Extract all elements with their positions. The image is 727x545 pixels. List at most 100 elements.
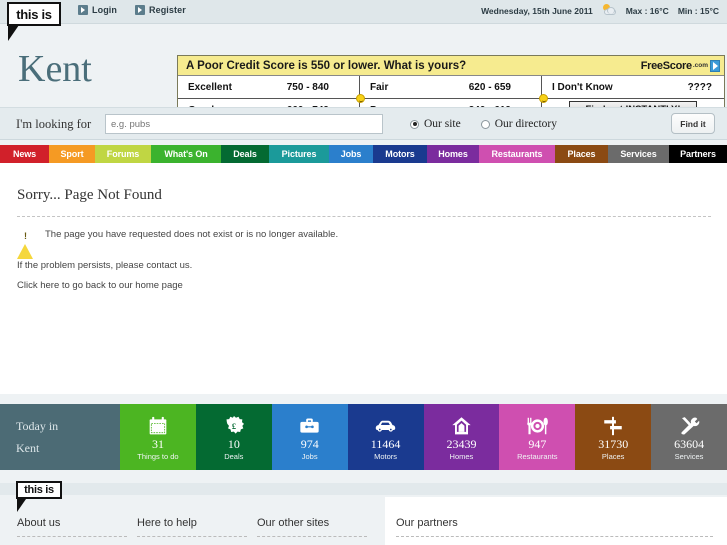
main-content: Sorry... Page Not Found ! The page you h… bbox=[0, 163, 727, 394]
nav-item-label: Pictures bbox=[281, 149, 317, 159]
nav-item-homes[interactable]: Homes bbox=[427, 145, 479, 163]
stat-caption: Homes bbox=[449, 452, 474, 461]
find-it-button[interactable]: Find it bbox=[671, 113, 715, 134]
footer-band bbox=[0, 483, 727, 495]
smiley-icon bbox=[539, 94, 548, 103]
footer-col-rule bbox=[17, 536, 127, 537]
stat-number: 947 bbox=[528, 437, 547, 451]
stat-tile-motors[interactable]: 11464 Motors bbox=[347, 404, 424, 470]
stat-number: 10 bbox=[227, 437, 240, 451]
warning-triangle-icon: ! bbox=[17, 227, 34, 259]
nav-item-news[interactable]: News bbox=[0, 145, 49, 163]
error-notes: If the problem persists, please contact … bbox=[17, 260, 192, 300]
page-title: Sorry... Page Not Found bbox=[17, 187, 162, 203]
site-footer: this is About us Here to help Our other … bbox=[0, 470, 727, 545]
stat-number: 11464 bbox=[370, 437, 401, 451]
svg-text:£: £ bbox=[232, 422, 236, 431]
nav-item-motors[interactable]: Motors bbox=[373, 145, 427, 163]
score-row: I Don't Know ???? bbox=[542, 76, 724, 99]
min-temp: Min : 15°C bbox=[677, 5, 719, 16]
nav-item-pictures[interactable]: Pictures bbox=[269, 145, 329, 163]
score-row: Fair 620 - 659 bbox=[360, 76, 541, 99]
footer-col-our-partners[interactable]: Our partners bbox=[396, 517, 713, 537]
footer-col-here-to-help[interactable]: Here to help bbox=[137, 517, 247, 537]
play-triangle-icon bbox=[710, 59, 720, 72]
stats-heading-line2: Kent bbox=[16, 440, 40, 455]
radio-unselected-icon bbox=[480, 119, 490, 129]
nav-item-jobs[interactable]: Jobs bbox=[329, 145, 373, 163]
stat-number: 23439 bbox=[446, 437, 477, 451]
nav-item-what-s-on[interactable]: What's On bbox=[151, 145, 221, 163]
radio-our-directory[interactable]: Our directory bbox=[480, 118, 557, 130]
nav-item-sport[interactable]: Sport bbox=[49, 145, 95, 163]
footer-col-our-other-sites[interactable]: Our other sites bbox=[257, 517, 367, 537]
thisis-logo[interactable]: this is bbox=[7, 2, 61, 26]
footer-logo-tail bbox=[10, 499, 26, 512]
calendar-icon bbox=[148, 415, 168, 437]
stat-tile-homes[interactable]: 23439 Homes bbox=[423, 404, 500, 470]
login-link[interactable]: Login bbox=[78, 5, 117, 15]
footer-col-heading: About us bbox=[17, 517, 61, 529]
badge-pound-icon: £ bbox=[224, 415, 244, 437]
stat-caption: Things to do bbox=[137, 452, 179, 461]
nav-item-label: Deals bbox=[233, 149, 257, 159]
stat-caption: Services bbox=[674, 452, 704, 461]
stat-caption: Deals bbox=[224, 452, 244, 461]
stats-heading: Today in Kent bbox=[0, 404, 120, 470]
search-bar: I'm looking for Our site Our directory F… bbox=[0, 107, 727, 140]
footer-col-about-us[interactable]: About us bbox=[17, 517, 127, 537]
search-input[interactable] bbox=[105, 114, 383, 134]
nav-item-partners[interactable]: Partners bbox=[669, 145, 727, 163]
nav-item-label: Motors bbox=[385, 149, 415, 159]
stat-number: 974 bbox=[300, 437, 319, 451]
footer-thisis-logo[interactable]: this is bbox=[16, 481, 62, 499]
nav-item-label: Homes bbox=[438, 149, 468, 159]
stat-caption: Places bbox=[601, 452, 625, 461]
nav-item-forums[interactable]: Forums bbox=[95, 145, 151, 163]
radio-our-site-label: Our site bbox=[424, 118, 461, 130]
login-label: Login bbox=[92, 5, 117, 15]
nav-item-places[interactable]: Places bbox=[555, 145, 608, 163]
nav-item-label: Sport bbox=[60, 149, 84, 159]
nav-item-label: Services bbox=[620, 149, 657, 159]
auth-links: Login Register bbox=[78, 5, 186, 15]
stat-caption: Motors bbox=[374, 452, 398, 461]
nav-item-label: Partners bbox=[680, 149, 716, 159]
nav-item-label: What's On bbox=[164, 149, 208, 159]
footer-col-rule bbox=[257, 536, 367, 537]
contact-us-note[interactable]: If the problem persists, please contact … bbox=[17, 260, 192, 271]
stat-caption: Restaurants bbox=[517, 452, 558, 461]
score-range: 620 - 659 bbox=[468, 81, 511, 93]
footer-col-heading: Our partners bbox=[396, 517, 458, 529]
page-root: Login Register Wednesday, 15th June 2011… bbox=[0, 0, 727, 545]
advert-headline-bar: A Poor Credit Score is 550 or lower. Wha… bbox=[178, 56, 724, 76]
stat-number: 31730 bbox=[598, 437, 629, 451]
signpost-icon bbox=[603, 415, 623, 437]
play-arrow-icon bbox=[135, 5, 145, 15]
nav-item-deals[interactable]: Deals bbox=[221, 145, 269, 163]
date-weather-strip: Wednesday, 15th June 2011 Max : 16°C Min… bbox=[481, 4, 719, 17]
score-range: ???? bbox=[687, 81, 712, 93]
brand-zone: this is Kent A Poor Credit Score is 550 … bbox=[0, 2, 727, 123]
home-page-link[interactable]: Click here to go back to our home page bbox=[17, 280, 192, 291]
stat-tile-services[interactable]: 63604 Services bbox=[651, 404, 727, 470]
radio-our-site[interactable]: Our site bbox=[410, 118, 461, 130]
register-link[interactable]: Register bbox=[135, 5, 186, 15]
footer-col-rule bbox=[137, 536, 247, 537]
nav-item-services[interactable]: Services bbox=[608, 145, 669, 163]
stat-tile-deals[interactable]: £10 Deals bbox=[195, 404, 272, 470]
radio-selected-icon bbox=[410, 119, 419, 129]
freescore-suffix: .com bbox=[692, 62, 708, 69]
stat-tile-things-to-do[interactable]: 31 Things to do bbox=[120, 404, 196, 470]
stat-tile-restaurants[interactable]: 947 Restaurants bbox=[499, 404, 576, 470]
stat-tile-jobs[interactable]: 974 Jobs bbox=[271, 404, 348, 470]
logo-speech-tail bbox=[0, 25, 19, 41]
nav-item-restaurants[interactable]: Restaurants bbox=[479, 145, 555, 163]
stat-number: 31 bbox=[151, 437, 164, 451]
footer-col-rule bbox=[396, 536, 713, 537]
stat-tile-places[interactable]: 31730 Places bbox=[575, 404, 652, 470]
title-divider bbox=[17, 216, 711, 217]
search-label: I'm looking for bbox=[16, 117, 92, 131]
site-name[interactable]: Kent bbox=[18, 50, 92, 88]
tools-icon bbox=[679, 415, 700, 437]
